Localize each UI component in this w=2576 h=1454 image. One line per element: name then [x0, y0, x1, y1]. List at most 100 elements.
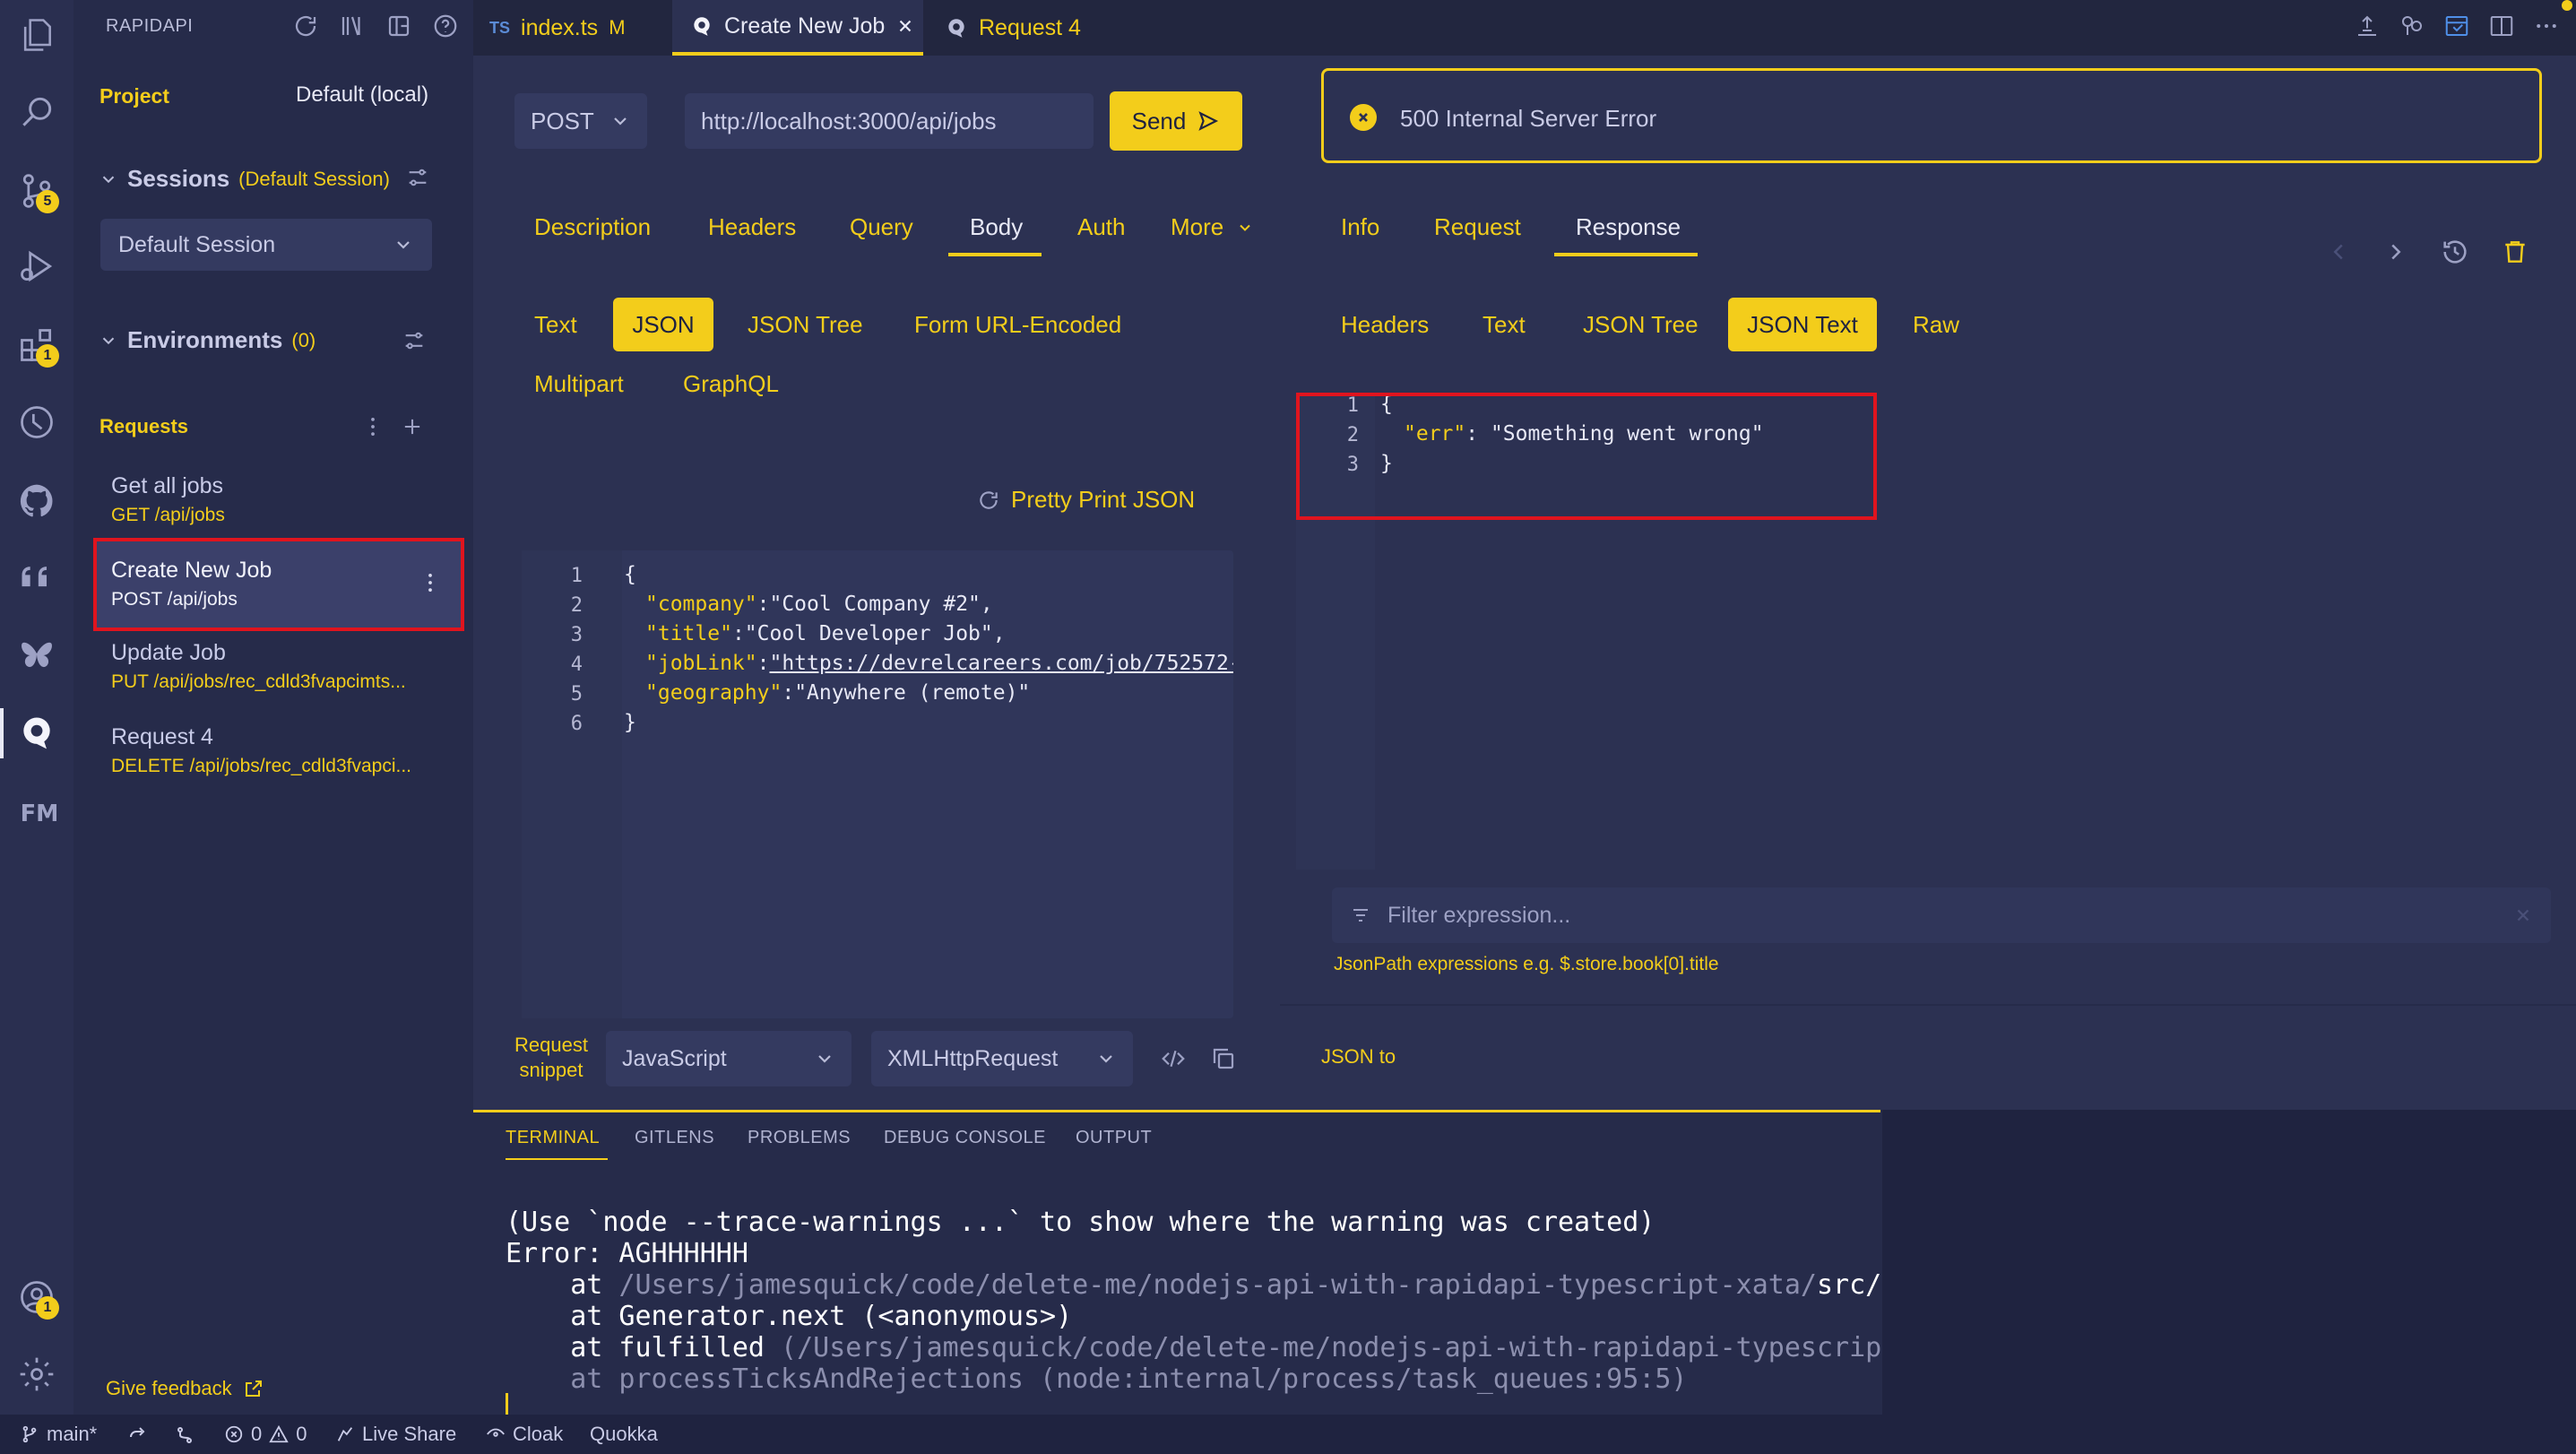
help-icon[interactable] [432, 13, 459, 39]
pretty-print-label: Pretty Print JSON [1011, 486, 1196, 513]
explorer-icon[interactable] [14, 13, 59, 57]
copy-icon[interactable] [1210, 1045, 1237, 1072]
code-icon[interactable] [1160, 1045, 1187, 1072]
timeline-icon[interactable] [14, 400, 59, 445]
terminal-file: src/index.ts [1817, 1269, 1882, 1301]
butterfly-icon[interactable] [14, 633, 59, 678]
tab-gitlens[interactable]: GITLENS [635, 1128, 714, 1148]
tab-create-new-job[interactable]: Create New Job [672, 0, 923, 56]
history-icon[interactable] [2440, 237, 2470, 267]
source-control-icon[interactable]: 5 [14, 169, 59, 213]
snippet-library-select[interactable]: XMLHttpRequest [871, 1031, 1133, 1086]
request-more-icon[interactable] [418, 570, 443, 595]
body-type-multipart[interactable]: Multipart [534, 357, 624, 411]
extensions-icon[interactable]: 1 [14, 323, 59, 368]
svg-text:FM: FM [21, 801, 56, 827]
body-editor[interactable]: 1 2 3 4 5 6 { "company":"Cool Company #2… [522, 550, 1233, 1018]
tab-request-4[interactable]: Request 4 [923, 0, 1129, 56]
request-pane: POST http://localhost:3000/api/jobs Send… [473, 56, 1280, 1110]
tab-terminal[interactable]: TERMINAL [506, 1128, 600, 1148]
body-type-graphql[interactable]: GraphQL [683, 357, 779, 411]
tab-index-ts[interactable]: TS index.ts M [473, 0, 670, 56]
split-editor-icon[interactable] [2488, 13, 2515, 39]
filter-expression-input[interactable]: Filter expression... [1332, 887, 2551, 943]
quokka-label: Quokka [590, 1423, 658, 1445]
rapidapi-icon[interactable] [14, 710, 59, 755]
view-raw[interactable]: Raw [1913, 298, 1959, 351]
request-item[interactable]: Update Job PUT /api/jobs/rec_cdld3fvapci… [111, 640, 452, 693]
chevron-left-icon[interactable] [2325, 238, 2352, 265]
library-icon[interactable] [339, 13, 366, 39]
session-select[interactable]: Default Session [100, 219, 432, 271]
rapidapi-sidebar: RAPIDAPI Project Default (local) Session… [73, 0, 473, 1415]
cloak-button[interactable]: Cloak [486, 1415, 563, 1454]
view-json-text[interactable]: JSON Text [1728, 298, 1877, 351]
view-headers[interactable]: Headers [1341, 298, 1429, 351]
url-input[interactable]: http://localhost:3000/api/jobs [685, 93, 1094, 149]
account-icon[interactable]: 1 [14, 1275, 59, 1320]
preview-icon[interactable] [2443, 13, 2470, 39]
body-type-form-url-encoded[interactable]: Form URL-Encoded [914, 298, 1121, 351]
github-icon[interactable] [14, 479, 59, 524]
pretty-print-button[interactable]: Pretty Print JSON [977, 486, 1195, 514]
environments-header[interactable]: Environments (0) [99, 326, 316, 354]
refresh-icon[interactable] [292, 13, 319, 39]
tab-info[interactable]: Info [1341, 213, 1379, 241]
trash-icon[interactable] [2501, 238, 2529, 266]
git-graph-icon[interactable] [174, 1424, 195, 1446]
request-item[interactable]: Request 4 DELETE /api/jobs/rec_cdld3fvap… [111, 724, 452, 777]
json-link-value[interactable]: "https://devrelcareers.com/job/752572-ml… [769, 652, 1233, 675]
more-actions-icon[interactable] [2533, 13, 2560, 39]
tab-request[interactable]: Request [1434, 213, 1521, 241]
body-type-json[interactable]: JSON [613, 298, 713, 351]
run-debug-icon[interactable] [14, 244, 59, 289]
settings-gear-icon[interactable] [14, 1352, 59, 1397]
tab-headers[interactable]: Headers [708, 213, 796, 241]
quote-icon[interactable] [14, 556, 59, 601]
body-type-text[interactable]: Text [534, 298, 577, 351]
panel-top-border [473, 1110, 1880, 1112]
add-request-icon[interactable] [400, 414, 425, 439]
publish-icon[interactable] [2354, 13, 2381, 39]
compare-icon[interactable] [2399, 13, 2425, 39]
view-text[interactable]: Text [1482, 298, 1526, 351]
body-type-json-tree[interactable]: JSON Tree [748, 298, 863, 351]
request-item[interactable]: Get all jobs GET /api/jobs [111, 473, 452, 526]
active-tab-underline [506, 1158, 608, 1160]
requests-more-icon[interactable] [360, 414, 385, 439]
tab-body[interactable]: Body [970, 213, 1023, 241]
line-number: 5 [570, 683, 583, 705]
search-icon[interactable] [14, 90, 59, 134]
give-feedback-link[interactable]: Give feedback [106, 1377, 264, 1400]
terminal-output[interactable]: (Use `node --trace-warnings ...` to show… [473, 1167, 1882, 1415]
snippet-language-select[interactable]: JavaScript [606, 1031, 851, 1086]
tab-output[interactable]: OUTPUT [1076, 1128, 1152, 1148]
import-icon[interactable] [385, 13, 412, 39]
tab-debug-console[interactable]: DEBUG CONSOLE [884, 1128, 1046, 1148]
tab-label: Request 4 [979, 14, 1081, 40]
tab-query[interactable]: Query [850, 213, 913, 241]
chevron-right-icon[interactable] [2382, 238, 2409, 265]
branch-indicator[interactable]: main* [20, 1415, 97, 1454]
tab-response[interactable]: Response [1576, 213, 1681, 241]
fm-icon[interactable]: FM [14, 789, 59, 834]
live-share-button[interactable]: Live Share [335, 1415, 456, 1454]
tab-description[interactable]: Description [534, 213, 651, 241]
tab-auth[interactable]: Auth [1077, 213, 1126, 241]
clear-icon[interactable] [2513, 905, 2533, 925]
method-select[interactable]: POST [514, 93, 647, 149]
chevron-down-icon [397, 241, 410, 249]
sessions-settings-icon[interactable] [405, 165, 430, 190]
problems-indicator[interactable]: 0 0 [224, 1415, 307, 1454]
project-value[interactable]: Default (local) [296, 82, 428, 108]
sync-icon[interactable] [127, 1424, 149, 1446]
chevron-down-icon [614, 117, 627, 125]
send-button[interactable]: Send [1110, 91, 1242, 151]
sessions-header[interactable]: Sessions (Default Session) [99, 165, 390, 193]
close-icon[interactable] [895, 16, 915, 36]
environments-settings-icon[interactable] [402, 328, 427, 353]
quokka-button[interactable]: Quokka [590, 1415, 658, 1454]
tab-problems[interactable]: PROBLEMS [748, 1128, 851, 1148]
tab-more[interactable]: More [1171, 213, 1254, 241]
view-json-tree[interactable]: JSON Tree [1583, 298, 1699, 351]
